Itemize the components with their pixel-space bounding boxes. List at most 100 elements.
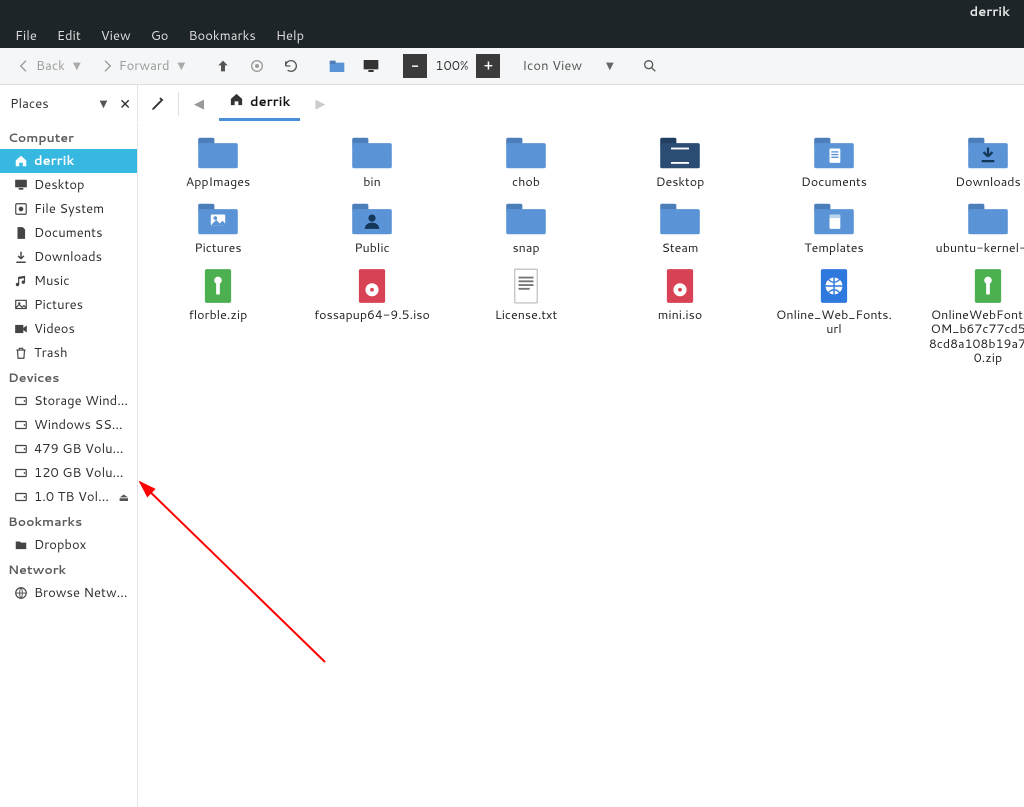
sidebar-item[interactable]: 479 GB Volume — [0, 437, 137, 461]
sidebar-section-header: Devices — [0, 365, 137, 389]
sidebar-item[interactable]: 120 GB Volume — [0, 461, 137, 485]
window-title: derrik — [970, 3, 1010, 21]
sidebar-item-label: Videos — [34, 320, 129, 338]
nav-forward-button[interactable]: Forward ▼ — [93, 53, 192, 79]
sidebar-item[interactable]: Videos — [0, 317, 137, 341]
sidebar-item[interactable]: Music — [0, 269, 137, 293]
sidebar-item-label: Trash — [34, 344, 129, 362]
sidebar-item[interactable]: Storage Windows — [0, 389, 137, 413]
chevron-down-icon: ▼ — [73, 59, 81, 73]
file-item[interactable]: Documents — [764, 135, 904, 189]
icon-grid: AppImagesbinchobDesktopDocumentsDownload… — [148, 135, 1014, 365]
sidebar-item[interactable]: Pictures — [0, 293, 137, 317]
sidebar-item[interactable]: Browse Network — [0, 581, 137, 605]
sidebar-close-button[interactable]: ✕ — [119, 94, 131, 114]
folder-icon — [504, 201, 548, 237]
sidebar-item-label: Browse Network — [34, 584, 129, 602]
drive-icon — [14, 466, 28, 480]
file-item[interactable]: mini.iso — [610, 268, 750, 366]
home-button[interactable] — [323, 54, 351, 78]
sidebar-item-label: Dropbox — [34, 536, 129, 554]
file-icon — [812, 268, 856, 304]
file-item-label: Documents — [801, 175, 867, 189]
file-item[interactable]: Pictures — [148, 201, 288, 255]
menu-bookmarks[interactable]: Bookmarks — [179, 24, 264, 48]
home-folder-icon — [329, 58, 345, 74]
file-item[interactable]: Online_Web_Fonts.url — [764, 268, 904, 366]
file-item-label: snap — [512, 241, 539, 255]
file-item-label: florble.zip — [189, 308, 248, 322]
file-item[interactable]: fossapup64-9.5.iso — [302, 268, 442, 366]
nav-up-button[interactable] — [209, 54, 237, 78]
sidebar-panel-label[interactable]: Places — [10, 95, 49, 113]
file-icon — [504, 268, 548, 304]
file-item[interactable]: Downloads — [918, 135, 1024, 189]
view-mode-select[interactable]: Icon View ▼ — [518, 55, 617, 77]
file-item[interactable]: snap — [456, 201, 596, 255]
file-item-label: bin — [363, 175, 381, 189]
file-item[interactable]: ubuntu-kernel-de — [918, 201, 1024, 255]
sidebar-item[interactable]: Dropbox — [0, 533, 137, 557]
sidebar-item-label: 479 GB Volume — [34, 440, 129, 458]
sidebar-item[interactable]: Downloads — [0, 245, 137, 269]
file-icon — [350, 268, 394, 304]
file-icon — [966, 268, 1010, 304]
stop-button[interactable] — [243, 54, 271, 78]
file-item[interactable]: AppImages — [148, 135, 288, 189]
eject-icon[interactable]: ⏏ — [119, 489, 129, 505]
chevron-down-icon: ▼ — [178, 59, 186, 73]
menu-edit[interactable]: Edit — [48, 24, 90, 48]
file-item-label: Downloads — [955, 175, 1020, 189]
zoom-value: 100% — [427, 57, 476, 75]
nav-back-button[interactable]: Back ▼ — [10, 53, 87, 79]
sidebar-section-header: Bookmarks — [0, 509, 137, 533]
sidebar: ComputerderrikDesktopFile SystemDocument… — [0, 123, 138, 807]
menu-help[interactable]: Help — [267, 24, 313, 48]
file-item-label: mini.iso — [658, 308, 702, 322]
zoom-in-button[interactable]: + — [476, 54, 500, 78]
file-item[interactable]: bin — [302, 135, 442, 189]
file-item-label: ubuntu-kernel-de — [936, 241, 1024, 255]
file-item-label: Online_Web_Fonts.url — [774, 308, 894, 337]
path-edit-button[interactable] — [142, 88, 174, 120]
file-item[interactable]: License.txt — [456, 268, 596, 366]
sidebar-item[interactable]: derrik — [0, 149, 137, 173]
search-button[interactable] — [636, 54, 664, 78]
folder-icon — [658, 135, 702, 171]
file-item[interactable]: Public — [302, 201, 442, 255]
menu-file[interactable]: File — [6, 24, 46, 48]
sidebar-item[interactable]: Windows SSD sto… — [0, 413, 137, 437]
file-item[interactable]: chob — [456, 135, 596, 189]
drive-icon — [14, 442, 28, 456]
menu-view[interactable]: View — [92, 24, 140, 48]
sidebar-panel-title: Places ▼ ✕ — [0, 85, 138, 122]
sidebar-item-label: Pictures — [34, 296, 129, 314]
computer-button[interactable] — [357, 54, 385, 78]
zoom-out-button[interactable]: − — [403, 54, 427, 78]
file-view[interactable]: AppImages bin chob Desktop Documents Download… — [138, 123, 1024, 807]
reload-button[interactable] — [277, 54, 305, 78]
breadcrumb-home[interactable]: derrik — [219, 87, 300, 121]
file-item[interactable]: Templates — [764, 201, 904, 255]
download-icon — [14, 250, 28, 264]
sidebar-item[interactable]: File System — [0, 197, 137, 221]
sidebar-item[interactable]: Desktop — [0, 173, 137, 197]
file-item[interactable]: Desktop — [610, 135, 750, 189]
breadcrumb-prev[interactable]: ◀ — [183, 88, 215, 120]
drive-icon — [14, 418, 28, 432]
file-item[interactable]: florble.zip — [148, 268, 288, 366]
folder-icon — [812, 135, 856, 171]
file-item-label: chob — [512, 175, 540, 189]
file-item[interactable]: OnlineWebFonts_COM_b67c77cd5bca8cd8a108b… — [918, 268, 1024, 366]
chevron-down-icon[interactable]: ▼ — [100, 97, 108, 111]
file-item[interactable]: Steam — [610, 201, 750, 255]
breadcrumb-next[interactable]: ▶ — [304, 88, 336, 120]
file-item-label: Desktop — [656, 175, 705, 189]
sidebar-item[interactable]: Trash — [0, 341, 137, 365]
menu-go[interactable]: Go — [142, 24, 178, 48]
file-item-label: License.txt — [495, 308, 557, 322]
sidebar-item[interactable]: Documents — [0, 221, 137, 245]
folder-icon — [812, 201, 856, 237]
drive-icon — [14, 394, 28, 408]
sidebar-item[interactable]: 1.0 TB Volu…⏏ — [0, 485, 137, 509]
